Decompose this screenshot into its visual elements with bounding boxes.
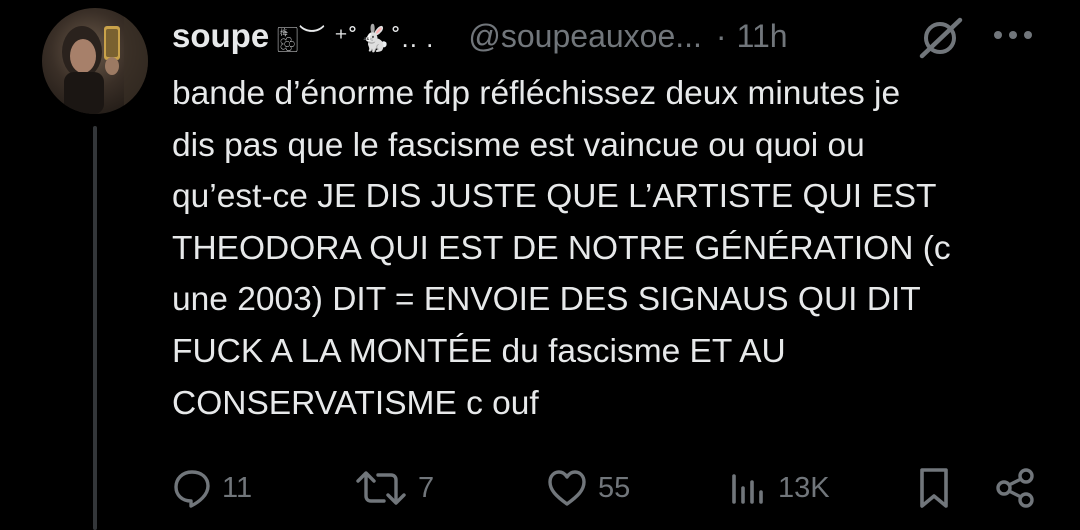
bookmark-icon [920,468,948,508]
reply-button[interactable]: 11 [172,462,252,514]
author-display-name[interactable]: soupe [172,17,269,55]
thread-line [93,126,97,530]
tweet-actions-bar: 11 7 55 13K [172,462,1042,514]
author-handle[interactable]: @soupeauxoe... [468,18,702,55]
heart-icon [548,470,586,506]
tweet-header: soupe 🀢︶ ⁺˚🐇˚.. . @soupeauxoe... · 11h [172,8,788,64]
share-button[interactable] [994,462,1036,514]
reply-bubble-icon [174,470,210,508]
avatar[interactable] [42,8,148,114]
bookmark-button[interactable] [914,462,954,514]
views-bar-chart-icon [732,474,763,504]
repost-count: 7 [418,471,435,504]
reply-count: 11 [222,471,253,504]
more-dots-icon[interactable] [990,18,1036,52]
grok-slash-icon[interactable] [916,16,966,60]
views-count: 13K [778,471,830,504]
tweet-timestamp[interactable]: 11h [737,18,788,55]
like-button[interactable]: 55 [546,462,630,514]
repost-button[interactable]: 7 [354,462,434,514]
views-button[interactable]: 13K [728,462,830,514]
header-separator: · [715,17,727,54]
tweet[interactable]: soupe 🀢︶ ⁺˚🐇˚.. . @soupeauxoe... · 11h b… [0,0,1080,530]
like-count: 55 [598,471,631,504]
tweet-text: bande d’énorme fdp réfléchissez deux min… [172,75,951,422]
repost-icon [356,471,406,505]
author-name-decoration: 🀢︶ ⁺˚🐇˚.. . [277,22,435,53]
share-icon [996,468,1034,508]
